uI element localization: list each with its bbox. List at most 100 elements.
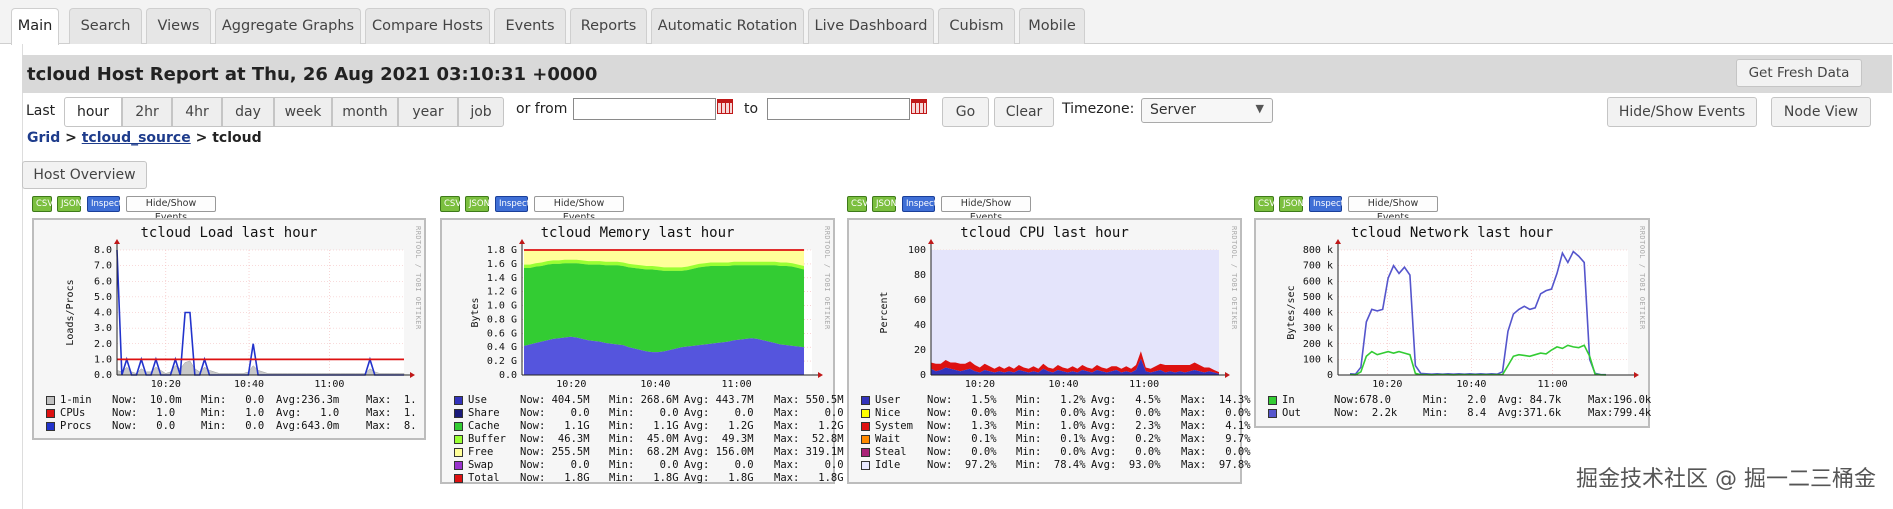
range-year-button[interactable]: year: [398, 97, 458, 127]
inspect-button[interactable]: Inspect: [495, 196, 530, 212]
from-calendar-icon[interactable]: [717, 99, 733, 114]
y-tick-label: 1.0: [94, 354, 112, 365]
legend-name: Free: [468, 446, 494, 458]
y-tick-label: 1.6 G: [487, 259, 517, 270]
json-button[interactable]: JSON: [1279, 196, 1304, 212]
json-button[interactable]: JSON: [57, 196, 82, 212]
host-report-header: tcloud Host Report at Thu, 26 Aug 2021 0…: [22, 55, 1892, 93]
breadcrumb-source-link[interactable]: tcloud_source: [82, 130, 191, 146]
tab-views[interactable]: Views: [146, 8, 211, 44]
legend-swatch: [454, 396, 463, 405]
legend-name: Out: [1282, 407, 1301, 419]
graph-events-button[interactable]: Hide/Show Events: [941, 196, 1031, 223]
x-axis-arrow: [1634, 372, 1639, 378]
to-label: to: [744, 101, 759, 117]
range-day-button[interactable]: day: [222, 97, 274, 127]
y-tick-label: 700 k: [1303, 261, 1333, 272]
to-calendar-icon[interactable]: [911, 99, 927, 114]
go-button[interactable]: Go: [942, 97, 989, 127]
legend-now: Now: 0.0: [112, 420, 176, 432]
timezone-select[interactable]: Server ▼: [1141, 98, 1273, 123]
legend-swatch: [454, 422, 463, 431]
inspect-button[interactable]: Inspect: [87, 196, 122, 212]
or-from-label: or from: [516, 101, 568, 117]
tab-compare-hosts[interactable]: Compare Hosts: [365, 8, 490, 44]
breadcrumb-separator: >: [195, 130, 208, 146]
tab-search[interactable]: Search: [69, 8, 142, 44]
y-tick-label: 0: [920, 370, 926, 381]
json-button[interactable]: JSON: [465, 196, 490, 212]
get-fresh-data-button[interactable]: Get Fresh Data: [1736, 59, 1862, 87]
y-axis-arrow: [114, 239, 120, 244]
load-graph-panel: CSV JSON Inspect Hide/Show Events tcloud…: [22, 196, 426, 488]
inspect-button[interactable]: Inspect: [1309, 196, 1344, 212]
csv-button[interactable]: CSV: [1254, 196, 1275, 212]
tab-mobile[interactable]: Mobile: [1019, 8, 1085, 44]
tab-live-dashboard[interactable]: Live Dashboard: [808, 8, 934, 44]
legend-now: Now: 2.2k: [1334, 407, 1398, 419]
graph-events-button[interactable]: Hide/Show Events: [1348, 196, 1438, 223]
legend-name: Procs: [60, 420, 92, 432]
last-label: Last: [26, 103, 56, 119]
legend-avg: Avg: 443.7M: [684, 394, 754, 406]
tab-cubism[interactable]: Cubism: [938, 8, 1015, 44]
tab-events[interactable]: Events: [494, 8, 566, 44]
legend-max: Max: 0.0%: [1181, 446, 1251, 458]
y-tick-label: 1.2 G: [487, 287, 517, 298]
legend-avg: Avg: 0.0: [684, 459, 754, 471]
host-overview-button[interactable]: Host Overview: [22, 161, 147, 189]
json-button[interactable]: JSON: [872, 196, 897, 212]
x-tick-label: 10:40: [640, 379, 670, 390]
from-date-input[interactable]: [573, 98, 716, 120]
hide-show-events-button[interactable]: Hide/Show Events: [1607, 97, 1757, 127]
legend-swatch: [454, 448, 463, 457]
tab-automatic-rotation[interactable]: Automatic Rotation: [651, 8, 804, 44]
range-week-button[interactable]: week: [274, 97, 332, 127]
y-tick-label: 600 k: [1303, 276, 1333, 287]
range-hour-button[interactable]: hour: [64, 97, 122, 127]
clear-button[interactable]: Clear: [994, 97, 1054, 127]
load-graph[interactable]: tcloud Load last hour RRDTOOL / TOBI OET…: [32, 218, 426, 440]
graph-events-button[interactable]: Hide/Show Events: [126, 196, 216, 223]
csv-button[interactable]: CSV: [32, 196, 53, 212]
legend-name: User: [875, 394, 901, 406]
y-axis-arrow: [928, 239, 934, 244]
legend-swatch: [861, 435, 870, 444]
tab-main[interactable]: Main: [11, 8, 59, 45]
legend-name: System: [875, 420, 913, 432]
tab-reports[interactable]: Reports: [570, 8, 647, 44]
to-date-input[interactable]: [767, 98, 910, 120]
tab-aggregate-graphs[interactable]: Aggregate Graphs: [215, 8, 361, 44]
inspect-button[interactable]: Inspect: [902, 196, 937, 212]
node-view-button[interactable]: Node View: [1771, 97, 1871, 127]
legend-name: 1-min: [60, 394, 92, 406]
csv-button[interactable]: CSV: [440, 196, 461, 212]
memory-graph[interactable]: tcloud Memory last hour RRDTOOL / TOBI O…: [440, 218, 844, 484]
csv-button[interactable]: CSV: [847, 196, 868, 212]
tab-bar: Main Search Views Aggregate Graphs Compa…: [0, 0, 1893, 45]
graph-events-button[interactable]: Hide/Show Events: [534, 196, 624, 223]
y-axis-label: Bytes/sec: [1286, 285, 1297, 339]
legend-now: Now:678.0: [1334, 394, 1391, 406]
legend-max: Max: 8.: [366, 420, 417, 432]
legend-max: Max: 1.2G: [774, 420, 844, 432]
breadcrumb-grid-link[interactable]: Grid: [27, 130, 60, 146]
range-2hr-button[interactable]: 2hr: [122, 97, 172, 127]
range-job-button[interactable]: job: [458, 97, 504, 127]
legend-min: Min: 0.0%: [1016, 407, 1086, 419]
legend-min: Min: 0.0: [609, 407, 679, 419]
breadcrumb-host: tcloud: [212, 130, 262, 146]
cpu-graph[interactable]: tcloud CPU last hour RRDTOOL / TOBI OETI…: [847, 218, 1251, 484]
x-axis-arrow: [410, 372, 415, 378]
breadcrumb-separator: >: [65, 130, 77, 146]
legend-max: Max: 14.3%: [1181, 394, 1251, 406]
y-tick-label: 80: [914, 270, 926, 281]
y-tick-label: 2.0: [94, 339, 112, 350]
range-4hr-button[interactable]: 4hr: [172, 97, 222, 127]
legend-swatch: [46, 396, 55, 405]
legend-name: Idle: [875, 459, 901, 471]
legend-avg: Avg: 2.3%: [1091, 420, 1161, 432]
range-month-button[interactable]: month: [332, 97, 398, 127]
network-graph[interactable]: tcloud Network last hour RRDTOOL / TOBI …: [1254, 218, 1651, 428]
legend-avg: Avg: 156.0M: [684, 446, 754, 458]
